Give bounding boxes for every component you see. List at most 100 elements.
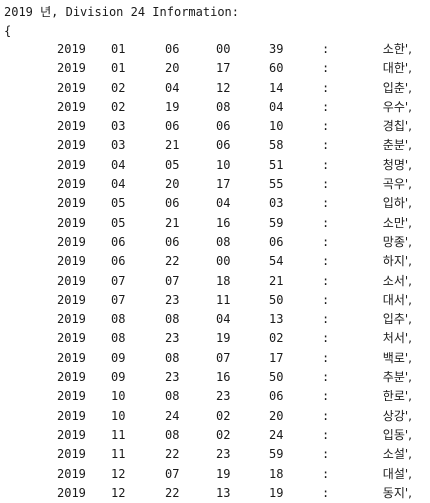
month-cell: 05 bbox=[111, 215, 126, 230]
month-cell: 09 bbox=[111, 370, 126, 385]
minute-cell: 20 bbox=[269, 408, 284, 423]
day-cell: 08 bbox=[165, 389, 180, 404]
solar-term-name: 청명', bbox=[382, 157, 412, 172]
minute-cell: 10 bbox=[269, 119, 284, 134]
year-cell: 2019 bbox=[57, 177, 86, 192]
solar-term-name: 대설', bbox=[382, 466, 412, 481]
separator-colon: : bbox=[322, 485, 330, 500]
month-cell: 03 bbox=[111, 138, 126, 153]
month-cell: 02 bbox=[111, 99, 126, 114]
minute-cell: 60 bbox=[269, 61, 284, 76]
solar-term-name: 곡우', bbox=[382, 177, 412, 192]
minute-cell: 50 bbox=[269, 292, 284, 307]
year-cell: 2019 bbox=[57, 61, 86, 76]
hour-cell: 12 bbox=[216, 80, 231, 95]
minute-cell: 17 bbox=[269, 350, 284, 365]
solar-term-name: 입추', bbox=[382, 312, 412, 327]
hour-cell: 19 bbox=[216, 331, 231, 346]
year-cell: 2019 bbox=[57, 485, 86, 500]
solar-term-name: 소서', bbox=[382, 273, 412, 288]
year-cell: 2019 bbox=[57, 292, 86, 307]
month-cell: 08 bbox=[111, 331, 126, 346]
day-cell: 19 bbox=[165, 99, 180, 114]
month-cell: 12 bbox=[111, 485, 126, 500]
month-cell: 11 bbox=[111, 427, 126, 442]
month-cell: 02 bbox=[111, 80, 126, 95]
hour-cell: 11 bbox=[216, 292, 231, 307]
day-cell: 20 bbox=[165, 177, 180, 192]
minute-cell: 04 bbox=[269, 99, 284, 114]
list-item: 2019 01 06 00 39: 소한', bbox=[0, 40, 430, 59]
minute-cell: 21 bbox=[269, 273, 284, 288]
open-brace: { bbox=[4, 24, 12, 38]
year-cell: 2019 bbox=[57, 254, 86, 269]
solar-term-name: 소설', bbox=[382, 447, 412, 462]
separator-colon: : bbox=[322, 389, 330, 404]
minute-cell: 03 bbox=[269, 196, 284, 211]
month-cell: 07 bbox=[111, 292, 126, 307]
month-cell: 09 bbox=[111, 350, 126, 365]
hour-cell: 04 bbox=[216, 196, 231, 211]
list-item: 2019 01 20 17 60: 대한', bbox=[0, 59, 430, 78]
minute-cell: 51 bbox=[269, 157, 284, 172]
day-cell: 22 bbox=[165, 254, 180, 269]
solar-term-name: 망종', bbox=[382, 234, 412, 249]
separator-colon: : bbox=[322, 196, 330, 211]
minute-cell: 58 bbox=[269, 138, 284, 153]
list-item: 2019 05 21 16 59: 소만', bbox=[0, 214, 430, 233]
solar-term-name: 대서', bbox=[382, 292, 412, 307]
year-cell: 2019 bbox=[57, 138, 86, 153]
year-cell: 2019 bbox=[57, 389, 86, 404]
separator-colon: : bbox=[322, 331, 330, 346]
hour-cell: 17 bbox=[216, 177, 231, 192]
separator-colon: : bbox=[322, 254, 330, 269]
separator-colon: : bbox=[322, 42, 330, 56]
separator-colon: : bbox=[322, 273, 330, 288]
year-cell: 2019 bbox=[57, 157, 86, 172]
hour-cell: 23 bbox=[216, 389, 231, 404]
month-cell: 10 bbox=[111, 408, 126, 423]
solar-term-name: 소만', bbox=[382, 215, 412, 230]
hour-cell: 04 bbox=[216, 312, 231, 327]
list-item: 2019 10 24 02 20: 상강', bbox=[0, 407, 430, 426]
month-cell: 12 bbox=[111, 466, 126, 481]
year-cell: 2019 bbox=[57, 119, 86, 134]
list-item: 2019 11 22 23 59: 소설', bbox=[0, 445, 430, 464]
list-item: 2019 06 22 00 54: 하지', bbox=[0, 252, 430, 271]
hour-cell: 13 bbox=[216, 485, 231, 500]
separator-colon: : bbox=[322, 466, 330, 481]
list-item: 2019 09 23 16 50: 추분', bbox=[0, 368, 430, 387]
list-item: 2019 04 20 17 55: 곡우', bbox=[0, 175, 430, 194]
day-cell: 08 bbox=[165, 427, 180, 442]
hour-cell: 10 bbox=[216, 157, 231, 172]
hour-cell: 07 bbox=[216, 350, 231, 365]
list-item: 2019 12 07 19 18: 대설', bbox=[0, 465, 430, 484]
list-item: 2019 06 06 08 06: 망종', bbox=[0, 233, 430, 252]
month-cell: 05 bbox=[111, 196, 126, 211]
solar-term-name: 우수', bbox=[382, 99, 412, 114]
list-item: 2019 05 06 04 03: 입하', bbox=[0, 194, 430, 213]
list-item: 2019 07 07 18 21: 소서', bbox=[0, 272, 430, 291]
month-cell: 03 bbox=[111, 119, 126, 134]
list-item: 2019 09 08 07 17: 백로', bbox=[0, 349, 430, 368]
hour-cell: 02 bbox=[216, 427, 231, 442]
hour-cell: 19 bbox=[216, 466, 231, 481]
list-item: 2019 11 08 02 24: 입동', bbox=[0, 426, 430, 445]
separator-colon: : bbox=[322, 99, 330, 114]
hour-cell: 02 bbox=[216, 408, 231, 423]
minute-cell: 24 bbox=[269, 427, 284, 442]
solar-term-name: 동지', bbox=[382, 485, 412, 500]
hour-cell: 06 bbox=[216, 138, 231, 153]
separator-colon: : bbox=[322, 177, 330, 192]
month-cell: 08 bbox=[111, 312, 126, 327]
separator-colon: : bbox=[322, 80, 330, 95]
hour-cell: 08 bbox=[216, 99, 231, 114]
list-item: 2019 08 23 19 02: 처서', bbox=[0, 329, 430, 348]
minute-cell: 50 bbox=[269, 370, 284, 385]
day-cell: 21 bbox=[165, 138, 180, 153]
separator-colon: : bbox=[322, 119, 330, 134]
solar-term-name: 입동', bbox=[382, 427, 412, 442]
minute-cell: 54 bbox=[269, 254, 284, 269]
year-cell: 2019 bbox=[57, 408, 86, 423]
solar-term-name: 백로', bbox=[382, 350, 412, 365]
